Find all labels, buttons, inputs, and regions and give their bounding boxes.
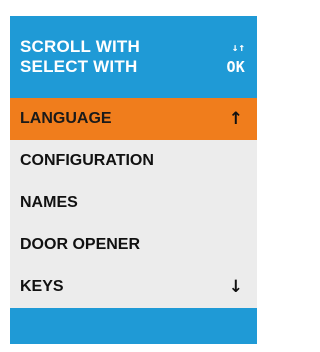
- menu-item-names[interactable]: NAMES: [10, 182, 257, 224]
- select-hint-label: SELECT WITH: [20, 57, 138, 76]
- scroll-hint: SCROLL WITH ↓↑: [20, 36, 245, 58]
- menu-item-language[interactable]: LANGUAGE ↑: [10, 98, 257, 140]
- footer-bar: [10, 308, 257, 344]
- menu-item-configuration[interactable]: CONFIGURATION: [10, 140, 257, 182]
- select-hint: SELECT WITH OK: [20, 56, 245, 78]
- up-arrow-icon[interactable]: ↑: [229, 109, 243, 129]
- menu-item-label: NAMES: [20, 194, 78, 211]
- down-arrow-icon[interactable]: ↓: [229, 277, 243, 297]
- display-screen: SCROLL WITH ↓↑ SELECT WITH OK LANGUAGE ↑…: [10, 16, 257, 344]
- instruction-header: SCROLL WITH ↓↑ SELECT WITH OK: [10, 16, 257, 98]
- menu-item-keys[interactable]: KEYS ↓: [10, 266, 257, 308]
- menu-item-label: LANGUAGE: [20, 110, 112, 127]
- ok-key-label: OK: [226, 58, 245, 76]
- scroll-hint-label: SCROLL WITH: [20, 37, 140, 56]
- menu-item-label: DOOR OPENER: [20, 236, 141, 253]
- menu-item-label: KEYS: [20, 278, 64, 295]
- menu-item-label: CONFIGURATION: [20, 152, 154, 169]
- menu-list: LANGUAGE ↑ CONFIGURATION NAMES DOOR OPEN…: [10, 98, 257, 308]
- scroll-arrows-icon: ↓↑: [231, 40, 245, 54]
- menu-item-door-opener[interactable]: DOOR OPENER: [10, 224, 257, 266]
